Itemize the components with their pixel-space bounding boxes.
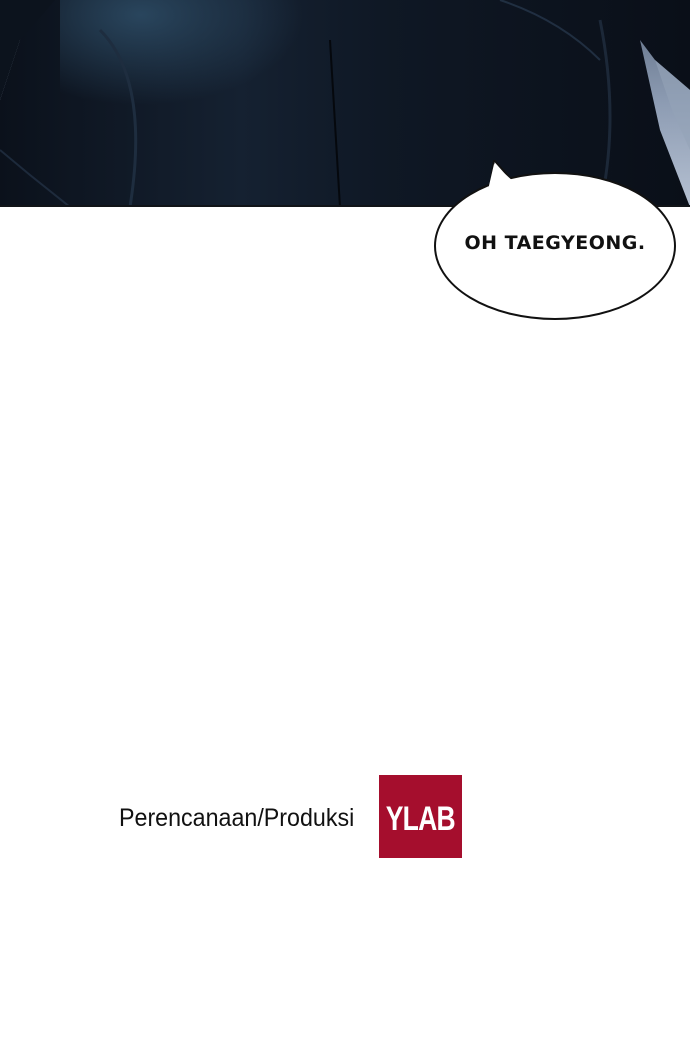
speech-bubble-text: OH TAEGYEONG. [464,232,646,254]
production-credit-label: Perencanaan/Produksi [119,804,355,832]
ylab-logo: YLAB [379,775,462,858]
ylab-logo-text: YLAB [385,800,456,838]
webtoon-page: OH TAEGYEONG. Perencanaan/Produksi YLAB [0,0,690,1042]
